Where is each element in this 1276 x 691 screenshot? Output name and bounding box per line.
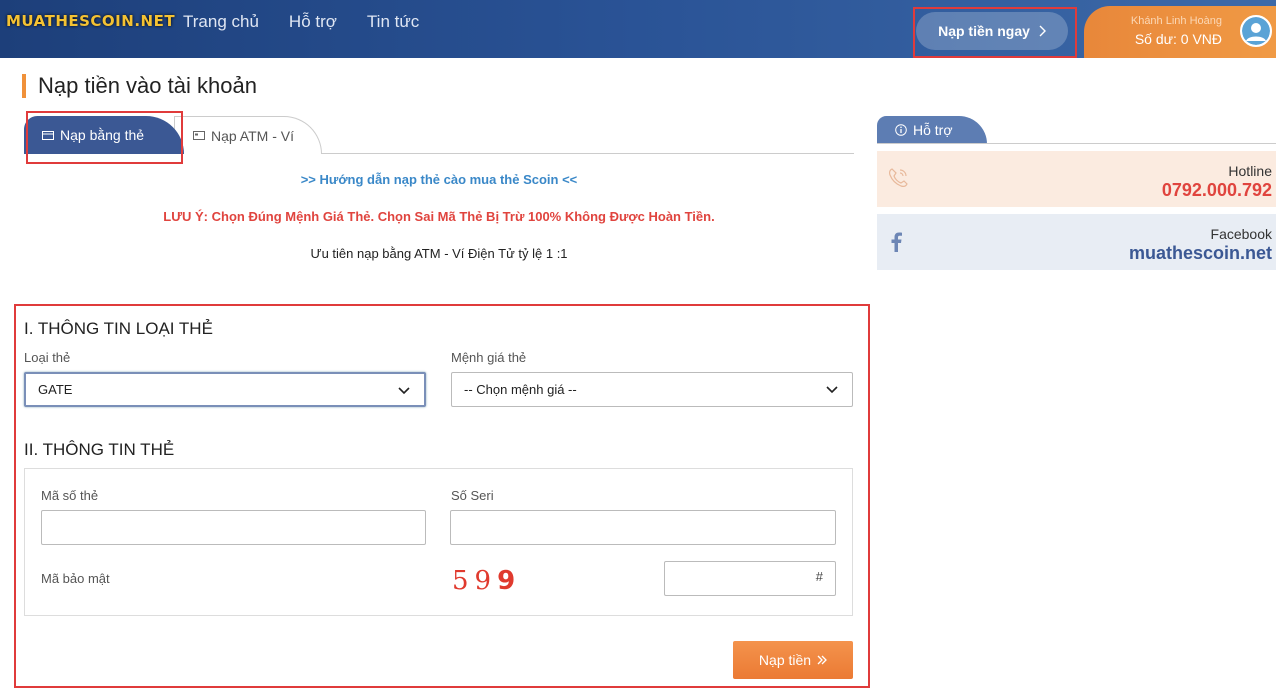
card-type-select[interactable]: GATE	[24, 372, 426, 407]
chevron-down-icon	[826, 386, 838, 394]
chevron-down-icon	[398, 387, 410, 395]
hotline-label: Hotline	[1228, 163, 1272, 179]
priority-text: Ưu tiên nạp bằng ATM - Ví Điện Tử tỷ lệ …	[310, 246, 568, 261]
nav-home[interactable]: Trang chủ	[183, 12, 259, 32]
serial-input[interactable]	[450, 510, 836, 545]
nav-support[interactable]: Hỗ trợ	[289, 12, 337, 32]
warning-text: LƯU Ý: Chọn Đúng Mệnh Giá Thẻ. Chọn Sai …	[163, 209, 715, 224]
serial-label: Số Seri	[451, 488, 494, 503]
card-code-input[interactable]	[41, 510, 426, 545]
captcha-image: 599	[452, 566, 521, 596]
main-nav: Trang chủ Hỗ trợ Tin tức	[183, 12, 419, 32]
section-card-info-title: II. THÔNG TIN THẺ	[24, 440, 175, 459]
hash-suffix: #	[815, 569, 823, 584]
section-card-type-title: I. THÔNG TIN LOẠI THẺ	[24, 319, 213, 338]
facebook-icon	[891, 232, 902, 252]
nav-news[interactable]: Tin tức	[367, 12, 419, 32]
user-panel[interactable]: Khánh Linh Hoàng Số dư: 0 VNĐ	[1084, 6, 1276, 58]
hotline-card[interactable]: Hotline 0792.000.792	[877, 151, 1276, 207]
tab-atm-label: Nạp ATM - Ví	[211, 127, 294, 144]
facebook-link[interactable]: muathescoin.net	[1129, 243, 1272, 264]
top-header: MUATHESCOIN.NET Trang chủ Hỗ trợ Tin tức…	[0, 0, 1276, 58]
info-icon	[895, 124, 907, 136]
support-tab[interactable]: Hỗ trợ	[877, 116, 987, 144]
user-balance: Số dư: 0 VNĐ	[1134, 31, 1222, 47]
guide-link[interactable]: >> Hướng dẫn nạp thẻ cào mua thẻ Scoin <…	[24, 172, 854, 187]
avatar[interactable]	[1240, 15, 1272, 47]
card-type-value: GATE	[38, 382, 73, 397]
atm-card-icon	[193, 131, 205, 140]
facebook-card[interactable]: Facebook muathescoin.net	[877, 214, 1276, 270]
security-code-input[interactable]: #	[664, 561, 836, 596]
highlight-box-topup	[913, 7, 1077, 58]
user-icon	[1242, 17, 1270, 45]
tab-atm-wallet[interactable]: Nạp ATM - Ví	[174, 116, 322, 154]
user-name: Khánh Linh Hoàng	[1130, 15, 1222, 27]
facebook-label: Facebook	[1210, 226, 1272, 242]
page-title: Nạp tiền vào tài khoản	[22, 74, 257, 98]
submit-label: Nạp tiền	[758, 652, 812, 668]
phone-icon	[889, 168, 908, 187]
captcha-last-digit: 9	[497, 566, 522, 596]
support-tab-label: Hỗ trợ	[913, 122, 953, 138]
security-code-label: Mã bảo mật	[41, 571, 110, 586]
double-chevron-right-icon	[817, 655, 827, 665]
denomination-select[interactable]: -- Chọn mệnh giá --	[451, 372, 853, 407]
highlight-box-tab	[26, 111, 183, 164]
sidebar-divider	[877, 143, 1276, 144]
submit-topup-button[interactable]: Nạp tiền	[733, 641, 853, 679]
denomination-label: Mệnh giá thẻ	[451, 350, 527, 365]
site-logo[interactable]: MUATHESCOIN.NET	[6, 12, 175, 30]
denomination-value: -- Chọn mệnh giá --	[464, 382, 577, 397]
card-code-label: Mã số thẻ	[41, 488, 99, 503]
card-type-label: Loại thẻ	[24, 350, 71, 365]
hotline-number[interactable]: 0792.000.792	[1162, 180, 1272, 201]
captcha-digits: 59	[452, 566, 498, 596]
